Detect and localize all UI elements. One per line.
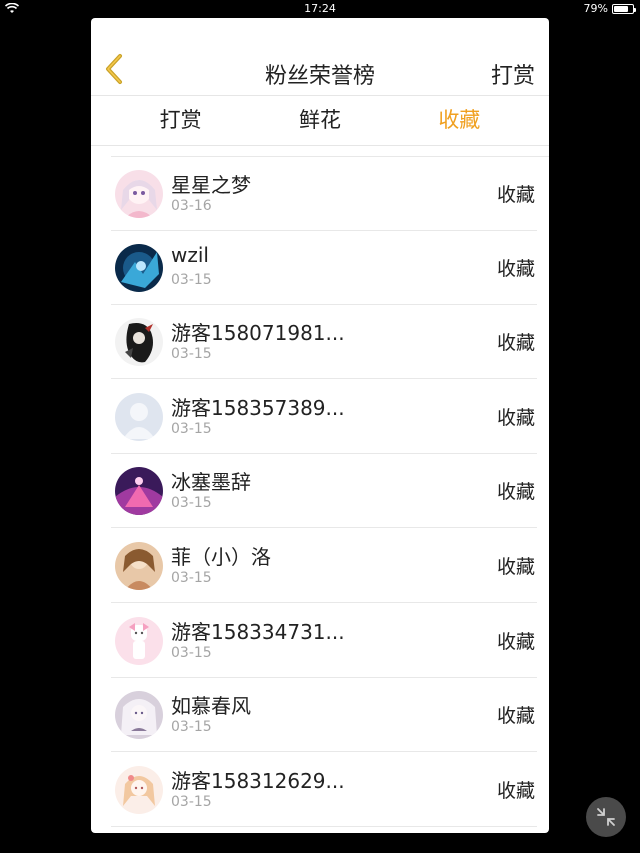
list-item[interactable]: 如慕春风 03-15 收藏 [111,678,537,752]
fan-date: 03-15 [171,719,212,735]
fan-date: 03-15 [171,570,212,586]
tab-bar: 打赏 鲜花 收藏 [91,96,549,146]
avatar [115,542,163,590]
fan-action: 收藏 [496,481,535,503]
fan-name: 星星之梦 [171,173,251,197]
fan-action: 收藏 [496,332,535,354]
list-item[interactable]: 星星之梦 03-16 收藏 [111,157,537,231]
list-item[interactable]: 菲（小）洛 03-15 收藏 [111,529,537,603]
tab-flowers[interactable]: 鲜花 [250,96,389,145]
fan-date: 03-16 [171,198,212,214]
list-item[interactable]: 游客158334731... 03-15 收藏 [111,604,537,678]
tab-favorites[interactable]: 收藏 [390,96,529,145]
battery-icon [612,3,636,14]
avatar [115,244,163,292]
avatar [115,766,163,814]
avatar [115,318,163,366]
avatar [115,617,163,665]
collapse-arrows-icon [597,808,615,826]
fan-date: 03-15 [171,421,212,437]
collapse-button[interactable] [586,797,626,837]
status-bar: 17:24 79% [0,0,640,18]
fan-name: 冰塞墨辞 [171,470,251,494]
fan-name: 游客158071981... [171,321,345,345]
status-time: 17:24 [304,2,336,15]
page-title: 粉丝荣誉榜 [264,64,375,89]
avatar [115,467,163,515]
tab-reward[interactable]: 打赏 [111,96,250,145]
fan-name: 游客158312629... [171,769,345,793]
fan-date: 03-15 [171,346,212,362]
fan-action: 收藏 [496,258,535,280]
fan-name: 如慕春风 [171,694,251,718]
reward-button[interactable]: 打赏 [491,58,535,90]
fan-action: 收藏 [496,780,535,802]
fan-action: 收藏 [496,184,535,206]
battery-indicator: 79% [583,2,636,15]
list-item[interactable]: wzil 03-15 收藏 [111,231,537,305]
battery-percent: 79% [583,2,608,15]
avatar [115,393,163,441]
fan-date: 03-15 [171,645,212,661]
fan-honor-panel: 粉丝荣誉榜 打赏 打赏 鲜花 收藏 星星之梦 03-16 收藏 wzil 03-… [91,18,549,833]
list-item[interactable]: 游客158312629... 03-15 收藏 [111,753,537,827]
fan-name: 游客158357389... [171,396,345,420]
list-item[interactable]: 冰塞墨辞 03-15 收藏 [111,454,537,528]
fan-name: 菲（小）洛 [171,545,271,569]
list-item[interactable]: 游客158357389... 03-15 收藏 [111,380,537,454]
avatar [115,170,163,218]
fan-action: 收藏 [496,705,535,727]
fan-action: 收藏 [496,407,535,429]
fan-name: 游客158334731... [171,620,345,644]
fan-date: 03-15 [171,495,212,511]
fan-name: wzil [171,243,209,267]
fan-action: 收藏 [496,631,535,653]
fan-action: 收藏 [496,556,535,578]
battery-level [614,5,628,12]
header: 粉丝荣誉榜 打赏 [91,18,549,96]
list-item[interactable]: 游客158071981... 03-15 收藏 [111,305,537,379]
avatar [115,691,163,739]
fan-date: 03-15 [171,794,212,810]
fan-date: 03-15 [171,272,212,288]
